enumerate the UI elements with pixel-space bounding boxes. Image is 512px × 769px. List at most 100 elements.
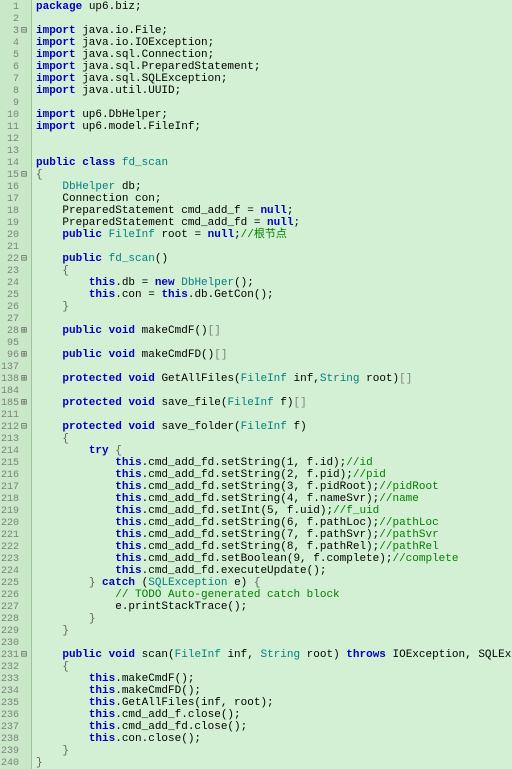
line-number[interactable]: 235 <box>0 697 31 709</box>
line-number[interactable]: 96⊞ <box>0 349 31 361</box>
code-line[interactable]: try { <box>36 445 508 457</box>
line-number[interactable]: 216 <box>0 469 31 481</box>
line-number[interactable]: 223 <box>0 553 31 565</box>
code-line[interactable]: { <box>36 169 508 181</box>
code-line[interactable] <box>36 409 508 421</box>
code-line[interactable]: protected void GetAllFiles(FileInf inf,S… <box>36 373 508 385</box>
code-line[interactable]: { <box>36 433 508 445</box>
code-line[interactable]: this.cmd_add_fd.setString(8, f.pathRel);… <box>36 541 508 553</box>
line-number[interactable]: 230 <box>0 637 31 649</box>
code-line[interactable]: this.cmd_add_f.close(); <box>36 709 508 721</box>
code-line[interactable]: this.cmd_add_fd.executeUpdate(); <box>36 565 508 577</box>
code-line[interactable]: // TODO Auto-generated catch block <box>36 589 508 601</box>
line-number[interactable]: 7 <box>0 73 31 85</box>
fold-icon[interactable]: ⊞ <box>19 373 29 385</box>
line-number[interactable]: 95 <box>0 337 31 349</box>
line-number[interactable]: 239 <box>0 745 31 757</box>
line-number[interactable]: 19 <box>0 217 31 229</box>
fold-icon[interactable]: ⊞ <box>19 397 29 409</box>
line-number[interactable]: 9 <box>0 97 31 109</box>
line-number[interactable]: 27 <box>0 313 31 325</box>
code-line[interactable]: { <box>36 265 508 277</box>
line-number[interactable]: 227 <box>0 601 31 613</box>
code-line[interactable]: this.cmd_add_fd.setString(4, f.nameSvr);… <box>36 493 508 505</box>
code-line[interactable]: e.printStackTrace(); <box>36 601 508 613</box>
line-number[interactable]: 23 <box>0 265 31 277</box>
code-line[interactable]: public fd_scan() <box>36 253 508 265</box>
fold-icon[interactable]: ⊟ <box>19 169 29 181</box>
line-number[interactable]: 2 <box>0 13 31 25</box>
code-line[interactable]: import java.util.UUID; <box>36 85 508 97</box>
line-number[interactable]: 236 <box>0 709 31 721</box>
fold-icon[interactable]: ⊟ <box>19 649 29 661</box>
code-line[interactable]: this.cmd_add_fd.close(); <box>36 721 508 733</box>
code-line[interactable]: import java.io.IOException; <box>36 37 508 49</box>
code-line[interactable] <box>36 385 508 397</box>
line-number[interactable]: 17 <box>0 193 31 205</box>
code-line[interactable]: import up6.DbHelper; <box>36 109 508 121</box>
line-number[interactable]: 184 <box>0 385 31 397</box>
line-number[interactable]: 238 <box>0 733 31 745</box>
code-line[interactable]: this.cmd_add_fd.setString(3, f.pidRoot);… <box>36 481 508 493</box>
line-number[interactable]: 221 <box>0 529 31 541</box>
code-line[interactable]: this.cmd_add_fd.setString(1, f.id);//id <box>36 457 508 469</box>
line-number[interactable]: 5 <box>0 49 31 61</box>
fold-icon[interactable]: ⊟ <box>19 25 29 37</box>
code-line[interactable]: this.con.close(); <box>36 733 508 745</box>
line-number[interactable]: 228 <box>0 613 31 625</box>
code-line[interactable]: public void makeCmdFD()[] <box>36 349 508 361</box>
line-number[interactable]: 26 <box>0 301 31 313</box>
code-line[interactable]: this.cmd_add_fd.setString(7, f.pathSvr);… <box>36 529 508 541</box>
code-line[interactable]: public class fd_scan <box>36 157 508 169</box>
line-number[interactable]: 14 <box>0 157 31 169</box>
code-line[interactable]: public FileInf root = null;//根节点 <box>36 229 508 241</box>
code-line[interactable]: this.makeCmdF(); <box>36 673 508 685</box>
fold-icon[interactable]: ⊟ <box>19 253 29 265</box>
line-number[interactable]: 240 <box>0 757 31 769</box>
code-line[interactable]: } <box>36 625 508 637</box>
line-number[interactable]: 234 <box>0 685 31 697</box>
code-line[interactable]: public void makeCmdF()[] <box>36 325 508 337</box>
code-line[interactable]: this.GetAllFiles(inf, root); <box>36 697 508 709</box>
code-line[interactable]: this.makeCmdFD(); <box>36 685 508 697</box>
code-line[interactable]: this.cmd_add_fd.setString(2, f.pid);//pi… <box>36 469 508 481</box>
code-line[interactable]: public void scan(FileInf inf, String roo… <box>36 649 508 661</box>
code-line[interactable] <box>36 145 508 157</box>
code-line[interactable]: import java.sql.PreparedStatement; <box>36 61 508 73</box>
code-line[interactable]: import up6.model.FileInf; <box>36 121 508 133</box>
line-number[interactable]: 138⊞ <box>0 373 31 385</box>
line-number[interactable]: 217 <box>0 481 31 493</box>
code-line[interactable]: this.cmd_add_fd.setInt(5, f.uid);//f_uid <box>36 505 508 517</box>
fold-icon[interactable]: ⊞ <box>19 325 29 337</box>
code-line[interactable] <box>36 337 508 349</box>
line-number[interactable]: 237 <box>0 721 31 733</box>
line-number[interactable]: 10 <box>0 109 31 121</box>
code-line[interactable]: { <box>36 661 508 673</box>
code-line[interactable]: } <box>36 301 508 313</box>
line-number[interactable]: 12 <box>0 133 31 145</box>
code-line[interactable] <box>36 637 508 649</box>
line-number[interactable]: 211 <box>0 409 31 421</box>
code-editor-content[interactable]: package up6.biz; import java.io.File;imp… <box>32 0 512 769</box>
line-number[interactable]: 25 <box>0 289 31 301</box>
line-number[interactable]: 16 <box>0 181 31 193</box>
line-number[interactable]: 137 <box>0 361 31 373</box>
code-line[interactable]: DbHelper db; <box>36 181 508 193</box>
fold-icon[interactable]: ⊟ <box>19 421 29 433</box>
line-number[interactable]: 1 <box>0 1 31 13</box>
line-number[interactable]: 6 <box>0 61 31 73</box>
line-number[interactable]: 225 <box>0 577 31 589</box>
code-line[interactable] <box>36 13 508 25</box>
line-number[interactable]: 185⊞ <box>0 397 31 409</box>
code-line[interactable]: import java.sql.SQLException; <box>36 73 508 85</box>
code-line[interactable] <box>36 133 508 145</box>
code-line[interactable]: protected void save_folder(FileInf f) <box>36 421 508 433</box>
line-number[interactable]: 22⊟ <box>0 253 31 265</box>
line-number[interactable]: 28⊞ <box>0 325 31 337</box>
line-number[interactable]: 224 <box>0 565 31 577</box>
code-line[interactable] <box>36 241 508 253</box>
line-number[interactable]: 24 <box>0 277 31 289</box>
code-line[interactable]: this.con = this.db.GetCon(); <box>36 289 508 301</box>
code-line[interactable]: this.db = new DbHelper(); <box>36 277 508 289</box>
code-line[interactable] <box>36 361 508 373</box>
